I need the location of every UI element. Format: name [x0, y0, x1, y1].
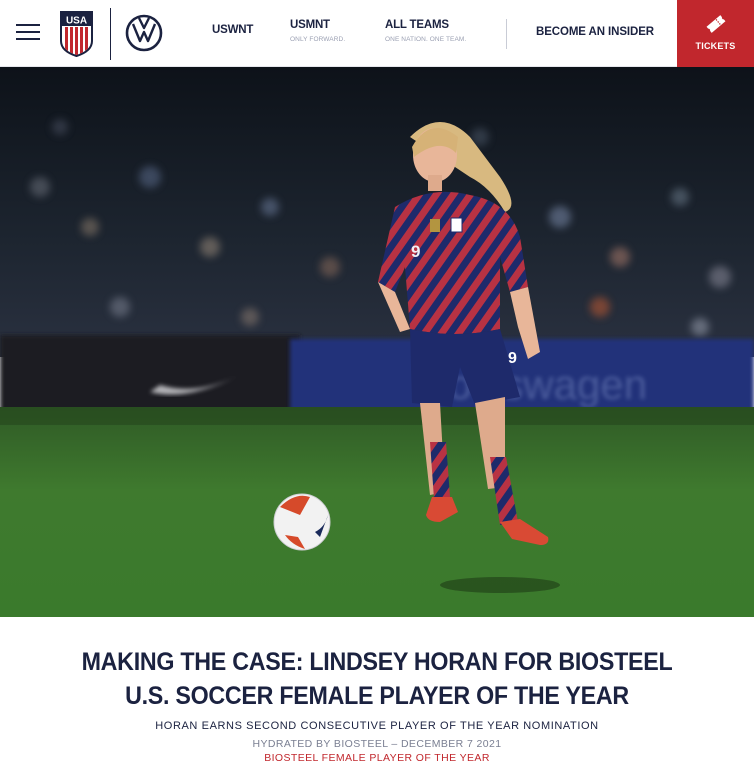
- volkswagen-logo[interactable]: [125, 14, 163, 52]
- site-header: USA USWNT USMNT ONLY FORWARD. ALL TEAMS …: [0, 0, 754, 67]
- nav-uswnt-label: USWNT: [212, 24, 254, 36]
- svg-text:USA: USA: [66, 16, 87, 27]
- hamburger-menu-icon[interactable]: [16, 22, 40, 42]
- ussf-crest-logo[interactable]: USA: [59, 11, 94, 57]
- hero-image: Volkswagen 9 9: [0, 67, 754, 617]
- nav-all-teams-tagline: ONE NATION. ONE TEAM.: [385, 36, 467, 43]
- header-divider: [110, 8, 111, 60]
- ticket-icon: [706, 15, 726, 33]
- soccer-ball: [273, 493, 331, 551]
- article-headline: MAKING THE CASE: LINDSEY HORAN FOR BIOST…: [81, 648, 673, 710]
- tickets-label: TICKETS: [695, 41, 736, 51]
- become-insider-link[interactable]: BECOME AN INSIDER: [536, 26, 654, 38]
- tickets-button[interactable]: TICKETS: [677, 0, 754, 67]
- hero-photo: Volkswagen 9 9: [0, 67, 754, 617]
- nav-uswnt[interactable]: USWNT: [212, 24, 253, 37]
- article-category-link[interactable]: BIOSTEEL FEMALE PLAYER OF THE YEAR: [0, 752, 754, 764]
- nav-all-teams[interactable]: ALL TEAMS ONE NATION. ONE TEAM.: [385, 19, 466, 44]
- nav-all-teams-label: ALL TEAMS: [385, 19, 449, 31]
- nav-usmnt-label: USMNT: [290, 19, 330, 31]
- nav-divider: [506, 19, 507, 49]
- article-meta: HYDRATED BY BIOSTEEL – DECEMBER 7 2021: [252, 738, 502, 750]
- shorts-number: 9: [508, 350, 517, 367]
- nav-usmnt-tagline: ONLY FORWARD.: [290, 36, 346, 43]
- article-subhead: HORAN EARNS SECOND CONSECUTIVE PLAYER OF…: [155, 720, 599, 732]
- nav-usmnt[interactable]: USMNT ONLY FORWARD.: [290, 19, 345, 44]
- jersey-number: 9: [411, 242, 420, 261]
